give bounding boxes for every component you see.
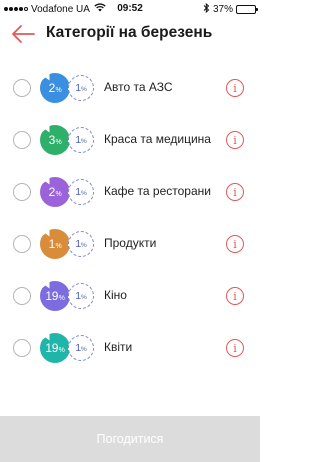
info-button[interactable]: i (226, 131, 244, 149)
status-bar: Vodafone UA 09:52 37% (0, 0, 260, 18)
info-button[interactable]: i (226, 79, 244, 97)
cashback-value: 3 (48, 133, 56, 147)
percent-sign: % (55, 242, 62, 250)
percent-sign: % (81, 190, 87, 197)
cashback-value: 2 (48, 185, 56, 199)
category-name: Квіти (104, 340, 133, 354)
info-icon: i (233, 133, 237, 147)
info-icon: i (233, 237, 237, 251)
category-radio[interactable] (13, 235, 31, 253)
extra-cashback-badge: 1% (68, 75, 94, 101)
cashback-value: 1 (48, 237, 56, 251)
category-row[interactable]: 2% 1% Кафе та ресторани i (0, 172, 260, 212)
category-name: Кіно (104, 288, 127, 302)
arrow-left-icon (12, 25, 35, 43)
category-row[interactable]: 3% 1% Краса та медицина i (0, 120, 260, 160)
category-name: Краса та медицина (104, 132, 211, 146)
bookmark-icon (41, 330, 50, 341)
category-radio[interactable] (13, 339, 31, 357)
bookmark-icon (41, 70, 50, 81)
percent-sign: % (81, 138, 87, 145)
extra-cashback-badge: 1% (68, 231, 94, 257)
info-icon: i (233, 341, 237, 355)
percent-sign: % (81, 294, 87, 301)
category-radio[interactable] (13, 183, 31, 201)
category-row[interactable]: 19% 1% Квіти i (0, 328, 260, 368)
cashback-badge: 2% (40, 70, 70, 103)
info-button[interactable]: i (226, 287, 244, 305)
cashback-value: 19 (45, 289, 59, 303)
battery-icon (236, 5, 258, 14)
category-row[interactable]: 19% 1% Кіно i (0, 276, 260, 316)
info-icon: i (233, 185, 237, 199)
category-row[interactable]: 1% 1% Продукти i (0, 224, 260, 264)
cashback-badge: 19% (40, 330, 70, 363)
category-name: Кафе та ресторани (104, 184, 211, 198)
percent-sign: % (58, 346, 65, 354)
percent-sign: % (81, 346, 87, 353)
back-button[interactable] (10, 24, 36, 44)
category-radio[interactable] (13, 287, 31, 305)
bookmark-icon (41, 174, 50, 185)
category-row[interactable]: 2% 1% Авто та АЗС i (0, 68, 260, 108)
agree-button[interactable]: Погодитися (0, 416, 260, 462)
extra-cashback-badge: 1% (68, 283, 94, 309)
info-button[interactable]: i (226, 183, 244, 201)
bookmark-icon (41, 226, 50, 237)
cashback-badge: 1% (40, 226, 70, 259)
percent-sign: % (81, 86, 87, 93)
bookmark-icon (41, 278, 50, 289)
percent-sign: % (55, 190, 62, 198)
extra-cashback-badge: 1% (68, 335, 94, 361)
cashback-value: 2 (48, 81, 56, 95)
extra-cashback-badge: 1% (68, 179, 94, 205)
percent-sign: % (55, 138, 62, 146)
percent-sign: % (81, 242, 87, 249)
bookmark-icon (41, 122, 50, 133)
page-title: Категорії на березень (46, 24, 213, 41)
info-button[interactable]: i (226, 339, 244, 357)
extra-cashback-badge: 1% (68, 127, 94, 153)
percent-sign: % (55, 86, 62, 94)
cashback-badge: 19% (40, 278, 70, 311)
nav-bar: Категорії на березень (0, 18, 260, 50)
bluetooth-icon (203, 2, 210, 16)
percent-sign: % (58, 294, 65, 302)
info-icon: i (233, 289, 237, 303)
battery-percent: 37% (212, 4, 233, 15)
category-name: Продукти (104, 236, 157, 250)
cashback-value: 19 (45, 341, 59, 355)
cashback-badge: 2% (40, 174, 70, 207)
category-radio[interactable] (13, 79, 31, 97)
cashback-badge: 3% (40, 122, 70, 155)
status-right: 37% (203, 2, 258, 16)
info-icon: i (233, 81, 237, 95)
category-name: Авто та АЗС (104, 80, 173, 94)
category-radio[interactable] (13, 131, 31, 149)
info-button[interactable]: i (226, 235, 244, 253)
